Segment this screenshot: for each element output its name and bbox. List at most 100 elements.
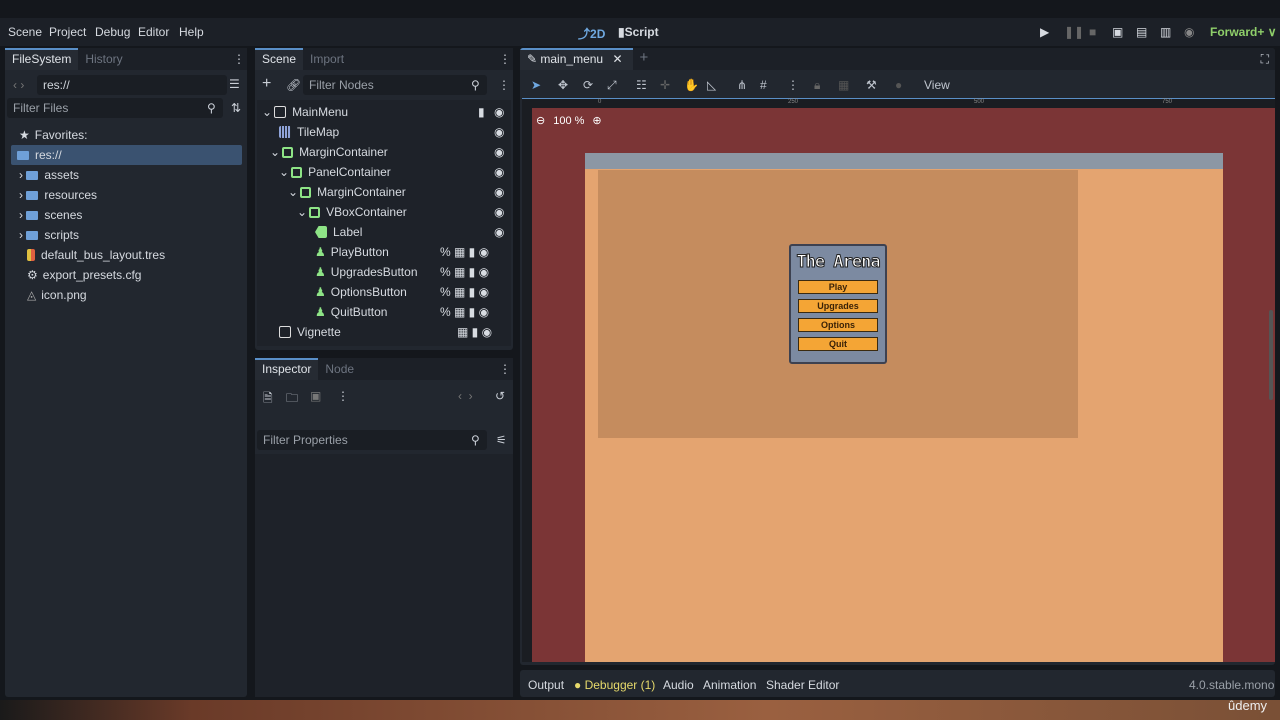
tree-node-quitbutton[interactable]: ♟ QuitButton	[315, 302, 387, 322]
open-folder-icon[interactable]: 🗀︎	[286, 389, 298, 410]
tab-main-menu[interactable]: ✎ main_menu ✕	[520, 48, 633, 70]
path-field[interactable]: res://	[37, 75, 227, 95]
ruler-tool-icon[interactable]: ◺	[707, 78, 716, 92]
new-resource-icon[interactable]: 🗎︎	[263, 389, 273, 410]
tree-node-margincontainer-inner[interactable]: ⌄ MarginContainer	[288, 182, 406, 202]
bone-icon[interactable]: ⚒	[866, 78, 877, 92]
options-button[interactable]: Options	[798, 318, 878, 332]
tab-audio[interactable]: Audio	[663, 678, 694, 692]
tab-output[interactable]: Output	[528, 678, 564, 692]
tab-history[interactable]: History	[78, 48, 129, 70]
folder-scripts[interactable]: › scripts	[19, 225, 79, 245]
tab-shader-editor[interactable]: Shader Editor	[766, 678, 839, 692]
close-icon[interactable]: ✕	[612, 52, 622, 66]
visibility-icon[interactable]: ◉	[494, 165, 504, 179]
pan-tool-icon[interactable]: ✋	[684, 78, 699, 92]
tree-node-optionsbutton[interactable]: ♟ OptionsButton	[315, 282, 407, 302]
upgrades-button[interactable]: Upgrades	[798, 299, 878, 313]
folder-scenes[interactable]: › scenes	[19, 205, 82, 225]
filter-settings-icon[interactable]: ⚟	[496, 433, 507, 447]
quit-button[interactable]: Quit	[798, 337, 878, 351]
script-icon[interactable]: ▮	[478, 105, 485, 119]
tab-import[interactable]: Import	[303, 48, 351, 70]
tab-animation[interactable]: Animation	[703, 678, 756, 692]
visibility-icon[interactable]: ◉	[494, 105, 504, 119]
tab-inspector[interactable]: Inspector	[255, 358, 319, 380]
move-tool-icon[interactable]: ✥	[558, 78, 568, 92]
snap-options-icon[interactable]: ⋮	[787, 78, 799, 92]
menu-dots-icon[interactable]: ⋮	[233, 52, 245, 66]
remote-debug-icon[interactable]: ▣	[1112, 25, 1123, 39]
select-tool-icon[interactable]: ➤	[531, 78, 541, 92]
menu-debug[interactable]: Debug	[95, 25, 130, 39]
add-node-icon[interactable]: +	[262, 75, 271, 93]
unique-name-icon[interactable]: % ▦ ▮ ◉	[440, 305, 489, 319]
menu-editor[interactable]: Editor	[138, 25, 169, 39]
scale-tool-icon[interactable]: ⤢	[607, 78, 617, 93]
folder-assets[interactable]: › assets	[19, 165, 79, 185]
tree-node-playbutton[interactable]: ♟ PlayButton	[315, 242, 389, 262]
tab-scene[interactable]: Scene	[255, 48, 304, 70]
rotate-tool-icon[interactable]: ⟳	[583, 78, 593, 92]
add-tab-icon[interactable]: +	[633, 48, 656, 70]
pivot-icon[interactable]: ✛	[660, 78, 670, 92]
view-menu[interactable]: View	[924, 78, 950, 92]
visibility-icon[interactable]: ◉	[494, 185, 504, 199]
fullscreen-icon[interactable]: ⛶	[1261, 52, 1269, 67]
movie-maker-icon[interactable]: ◉	[1184, 25, 1194, 39]
file-item[interactable]: ⚙ export_presets.cfg	[27, 265, 141, 285]
filter-nodes-input[interactable]: Filter Nodes	[303, 75, 487, 95]
play-icon[interactable]: ▶	[1040, 25, 1049, 39]
tree-node-panelcontainer[interactable]: ⌄ PanelContainer	[279, 162, 391, 182]
tab-node[interactable]: Node	[318, 358, 361, 380]
zoom-in-icon[interactable]: ⊕	[592, 114, 601, 127]
link-icon[interactable]: 🔗︎	[286, 78, 301, 92]
tree-node-label[interactable]: Label	[315, 222, 362, 242]
save-icon[interactable]: ▣	[310, 389, 321, 403]
history-icon[interactable]: ↺	[495, 389, 505, 403]
menu-help[interactable]: Help	[179, 25, 204, 39]
tree-node-vignette[interactable]: Vignette	[279, 322, 341, 342]
visibility-icon[interactable]: ◉	[494, 225, 504, 239]
menu-dots-icon[interactable]: ⋮	[499, 52, 511, 66]
visibility-icon[interactable]: ◉	[494, 205, 504, 219]
tab-filesystem[interactable]: FileSystem	[5, 48, 79, 70]
pause-icon[interactable]: ❚❚	[1064, 25, 1084, 39]
tree-node-vboxcontainer[interactable]: ⌄ VBoxContainer	[297, 202, 407, 222]
tree-node-upgradesbutton[interactable]: ♟ UpgradesButton	[315, 262, 418, 282]
unique-name-icon[interactable]: % ▦ ▮ ◉	[440, 265, 489, 279]
menu-dots-icon[interactable]: ⋮	[337, 389, 349, 403]
workspace-2d[interactable]: ⤴2D	[578, 25, 605, 42]
visibility-icon[interactable]: ◉	[494, 145, 504, 159]
zoom-out-icon[interactable]: ⊖	[536, 114, 545, 127]
group-icon[interactable]: ▦	[838, 78, 849, 92]
tab-debugger[interactable]: ● Debugger (1)	[574, 678, 655, 692]
play-scene-icon[interactable]: ▤	[1136, 25, 1147, 39]
tree-node-margincontainer[interactable]: ⌄ MarginContainer	[270, 142, 388, 162]
workspace-script[interactable]: ▮Script	[618, 25, 659, 39]
unique-name-icon[interactable]: % ▦ ▮ ◉	[440, 285, 489, 299]
zoom-level[interactable]: 100 %	[553, 115, 584, 127]
folder-root[interactable]: res://	[11, 145, 242, 165]
play-button[interactable]: Play	[798, 280, 878, 294]
file-item[interactable]: default_bus_layout.tres	[27, 245, 165, 265]
split-view-icon[interactable]: ☰	[229, 77, 240, 91]
lock-icon[interactable]: 🔒︎	[814, 78, 820, 93]
filter-properties-input[interactable]: Filter Properties	[257, 430, 487, 450]
history-arrows-icon[interactable]: ‹ ›	[458, 389, 473, 403]
visibility-icon[interactable]: ◉	[494, 125, 504, 139]
menu-dots-icon[interactable]: ⋮	[498, 78, 510, 92]
tree-node-tilemap[interactable]: TileMap	[279, 122, 339, 142]
menu-dots-icon[interactable]: ⋮	[499, 362, 511, 376]
list-select-icon[interactable]: ☷	[636, 78, 647, 92]
menu-project[interactable]: Project	[49, 25, 86, 39]
favorites-item[interactable]: ★ Favorites:	[19, 125, 87, 145]
vertical-scrollbar[interactable]	[1269, 310, 1273, 400]
smart-snap-icon[interactable]: ⋔	[737, 78, 747, 92]
scene-instance-icon[interactable]: ▦ ▮ ◉	[457, 325, 492, 339]
menu-scene[interactable]: Scene	[8, 25, 42, 39]
renderer-select[interactable]: Forward+ ∨	[1210, 25, 1276, 39]
grid-snap-icon[interactable]: #	[760, 78, 767, 92]
nav-arrows-icon[interactable]: ‹ ›	[13, 78, 24, 92]
unique-name-icon[interactable]: % ▦ ▮ ◉	[440, 245, 489, 259]
